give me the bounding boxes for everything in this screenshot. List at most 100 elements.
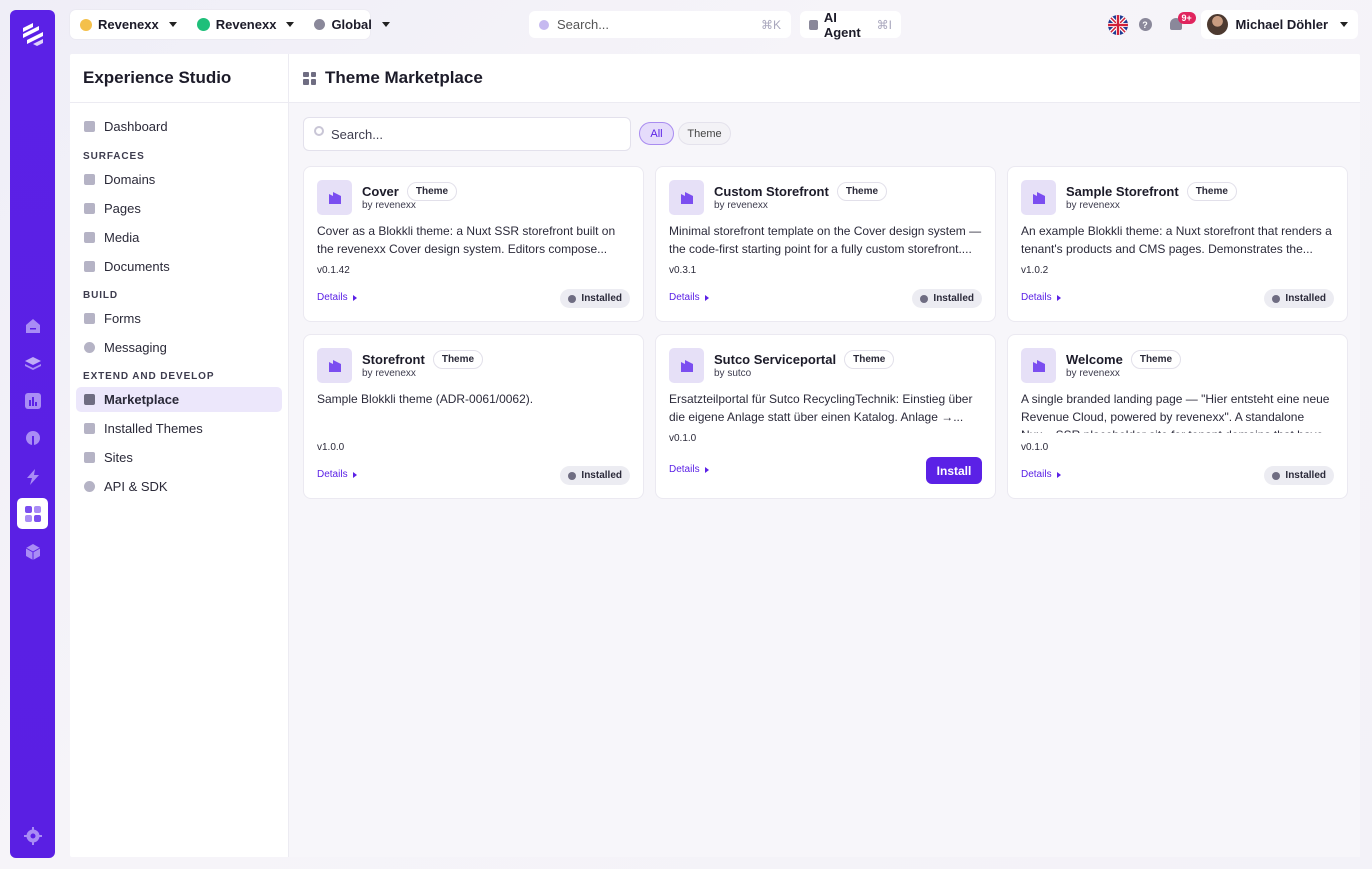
arrow-right-icon	[704, 294, 709, 301]
sidebar-item-label: Media	[104, 230, 140, 245]
theme-author: by revenexx	[1066, 368, 1120, 379]
theme-author: by revenexx	[362, 368, 416, 379]
details-link[interactable]: Details	[1021, 292, 1061, 303]
sidebar-item-documents[interactable]: Documents	[76, 254, 282, 279]
package-icon[interactable]	[23, 542, 42, 561]
arrow-right-icon	[352, 294, 357, 301]
theme-icon	[317, 180, 352, 215]
arrow-right-icon	[1056, 471, 1061, 478]
sidebar-item-pages[interactable]: Pages	[76, 196, 282, 221]
details-link[interactable]: Details	[1021, 469, 1061, 480]
installed-check-icon	[568, 471, 577, 480]
filter-all[interactable]: All	[639, 122, 674, 145]
arrow-right-icon	[704, 466, 709, 473]
theme-tag: Theme	[406, 182, 458, 201]
sidebar-item-installed-themes[interactable]: Installed Themes	[76, 416, 282, 441]
installed-themes-icon	[84, 423, 95, 434]
sidebar-item-marketplace[interactable]: Marketplace	[76, 387, 282, 412]
region-selector[interactable]: Global	[304, 10, 399, 39]
uk-flag-icon[interactable]	[1107, 14, 1128, 35]
theme-description: An example Blokkli theme: a Nuxt storefr…	[1021, 224, 1332, 256]
details-label: Details	[317, 469, 348, 480]
installed-label: Installed	[1285, 470, 1326, 481]
theme-icon	[669, 180, 704, 215]
theme-name: Welcome	[1066, 352, 1123, 367]
settings-gear-icon[interactable]	[23, 826, 42, 845]
marketplace-search-input[interactable]: Search...	[303, 117, 631, 151]
brand-selector[interactable]: Revenexx	[187, 10, 305, 39]
ai-agent-button[interactable]: AI Agent ⌘I	[800, 10, 901, 40]
sidebar-item-label: Marketplace	[104, 392, 180, 407]
theme-card-sutco-serviceportal[interactable]: Sutco Serviceportal Theme by sutco Ersatz…	[655, 334, 996, 499]
theme-name-row: Cover Theme	[362, 182, 458, 201]
theme-name-row: Custom Storefront Theme	[714, 182, 888, 201]
global-search[interactable]: Search... ⌘K	[529, 11, 791, 38]
ai-agent-icon	[809, 19, 818, 30]
details-link[interactable]: Details	[669, 464, 709, 475]
theme-name: Sample Storefront	[1066, 184, 1179, 199]
user-menu[interactable]: Michael Döhler	[1200, 10, 1358, 39]
installed-check-icon	[1272, 294, 1281, 303]
theme-description: Ersatzteilportal für Sutco RecyclingTech…	[669, 392, 973, 424]
theme-version: v0.1.0	[669, 433, 697, 444]
ai-agent-shortcut: ⌘I	[876, 17, 892, 32]
experience-studio-icon[interactable]	[17, 498, 48, 529]
details-link[interactable]: Details	[317, 469, 357, 480]
avatar	[1206, 14, 1228, 35]
sidebar-item-forms[interactable]: Forms	[76, 306, 282, 331]
search-icon	[314, 126, 324, 136]
sidebar-item-domains[interactable]: Domains	[76, 167, 282, 192]
sidebar-item-label: API & SDK	[104, 479, 168, 494]
details-label: Details	[1021, 469, 1052, 480]
lightning-icon[interactable]	[23, 467, 42, 486]
theme-name: Sutco Serviceportal	[714, 352, 837, 367]
theme-description: Minimal storefront template on the Cover…	[669, 224, 982, 256]
revenexx-logo-icon	[80, 18, 92, 31]
installed-label: Installed	[1285, 293, 1326, 304]
theme-icon	[317, 348, 352, 383]
sidebar-item-sites[interactable]: Sites	[76, 445, 282, 470]
theme-author: by sutco	[714, 368, 752, 379]
global-search-placeholder: Search...	[557, 17, 610, 32]
chevron-down-icon	[381, 22, 390, 27]
sites-icon	[84, 452, 95, 463]
details-label: Details	[317, 292, 348, 303]
theme-version: v1.0.0	[317, 442, 345, 453]
sidebar-item-media[interactable]: Media	[76, 225, 282, 250]
theme-card-custom-storefront[interactable]: Custom Storefront Theme by revenexx Minim…	[655, 166, 996, 322]
globe-icon	[314, 19, 326, 30]
installed-badge: Installed	[1264, 466, 1334, 485]
filter-theme[interactable]: Theme	[678, 122, 731, 145]
details-label: Details	[669, 292, 700, 303]
theme-tag: Theme	[432, 350, 484, 369]
install-button[interactable]: Install	[926, 457, 982, 484]
theme-card-sample-storefront[interactable]: Sample Storefront Theme by revenexx An ex…	[1007, 166, 1348, 322]
org-selector[interactable]: Revenexx	[70, 10, 187, 39]
brand-dot-icon	[196, 18, 210, 31]
installed-badge: Installed	[560, 289, 630, 308]
theme-description: A single branded landing page — "Hier en…	[1021, 392, 1330, 433]
chevron-down-icon	[1340, 22, 1348, 27]
layers-icon[interactable]	[23, 354, 42, 373]
theme-card-storefront[interactable]: Storefront Theme by revenexx Sample Blokk…	[303, 334, 644, 499]
help-icon[interactable]: ?	[1138, 18, 1152, 31]
details-link[interactable]: Details	[317, 292, 357, 303]
pages-icon	[84, 203, 95, 214]
theme-icon	[1021, 348, 1056, 383]
sidebar-item-dashboard[interactable]: Dashboard	[76, 114, 282, 139]
arrow-right-icon	[1056, 294, 1061, 301]
theme-card-welcome[interactable]: Welcome Theme by revenexx A single brande…	[1007, 334, 1348, 499]
sidebar-item-messaging[interactable]: Messaging	[76, 335, 282, 360]
notifications-bell-icon[interactable]: 9+	[1169, 12, 1196, 31]
analytics-icon[interactable]	[23, 391, 42, 410]
home-icon[interactable]	[23, 316, 42, 335]
nav-section-build: BUILD	[83, 290, 119, 301]
theme-card-cover[interactable]: Cover Theme by revenexx Cover as a Blokkl…	[303, 166, 644, 322]
location-icon[interactable]	[23, 429, 42, 448]
messaging-icon	[84, 342, 95, 353]
sidebar-item-api-sdk[interactable]: API & SDK	[76, 474, 282, 499]
details-link[interactable]: Details	[669, 292, 709, 303]
theme-name-row: Sutco Serviceportal Theme	[714, 350, 895, 369]
theme-version: v0.1.0	[1021, 442, 1049, 453]
app-logo-icon[interactable]	[19, 20, 47, 48]
